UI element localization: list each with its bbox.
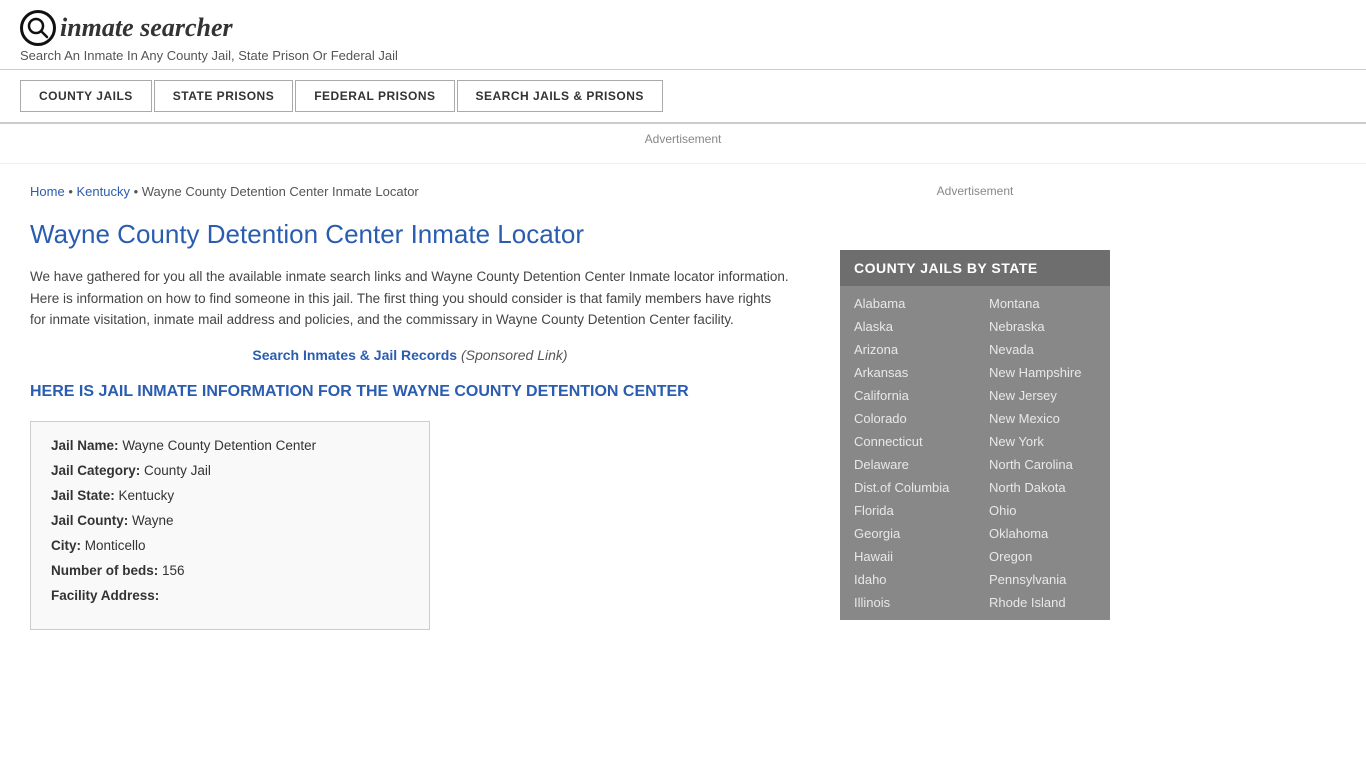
jail-beds-label: Number of beds: [51, 563, 158, 578]
jail-county-row: Jail County: Wayne [51, 513, 409, 528]
state-item[interactable]: Oregon [975, 545, 1110, 568]
jail-beds-row: Number of beds: 156 [51, 563, 409, 578]
state-item[interactable]: Florida [840, 499, 975, 522]
state-col-1: Alabama Alaska Arizona Arkansas Californ… [840, 292, 975, 614]
breadcrumb-current: Wayne County Detention Center Inmate Loc… [142, 184, 419, 199]
state-item[interactable]: Arkansas [840, 361, 975, 384]
site-tagline: Search An Inmate In Any County Jail, Sta… [20, 48, 1346, 63]
state-item[interactable]: Alaska [840, 315, 975, 338]
jail-name-value: Wayne County Detention Center [122, 438, 316, 453]
breadcrumb-state[interactable]: Kentucky [76, 184, 129, 199]
main-nav: COUNTY JAILS STATE PRISONS FEDERAL PRISO… [0, 70, 1366, 124]
sidebar-ad: Advertisement [840, 174, 1110, 234]
breadcrumb-home[interactable]: Home [30, 184, 65, 199]
jail-category-value: County Jail [144, 463, 211, 478]
state-item[interactable]: Oklahoma [975, 522, 1110, 545]
main-content: Home • Kentucky • Wayne County Detention… [0, 164, 820, 650]
state-list-box: COUNTY JAILS BY STATE Alabama Alaska Ari… [840, 250, 1110, 620]
sidebar: Advertisement COUNTY JAILS BY STATE Alab… [820, 164, 1130, 650]
logo-icon [20, 10, 56, 46]
state-item[interactable]: Dist.of Columbia [840, 476, 975, 499]
state-item[interactable]: Arizona [840, 338, 975, 361]
jail-county-value: Wayne [132, 513, 174, 528]
state-item[interactable]: New Jersey [975, 384, 1110, 407]
jail-city-value: Monticello [85, 538, 146, 553]
jail-state-value: Kentucky [119, 488, 175, 503]
jail-category-label: Jail Category: [51, 463, 140, 478]
jail-address-label: Facility Address: [51, 588, 159, 603]
state-item[interactable]: Georgia [840, 522, 975, 545]
state-item[interactable]: Nebraska [975, 315, 1110, 338]
nav-county-jails[interactable]: COUNTY JAILS [20, 80, 152, 112]
sponsored-link[interactable]: Search Inmates & Jail Records [252, 347, 457, 363]
state-item[interactable]: Illinois [840, 591, 975, 614]
logo-area: inmate searcher [20, 10, 1346, 46]
state-item[interactable]: Delaware [840, 453, 975, 476]
jail-name-row: Jail Name: Wayne County Detention Center [51, 438, 409, 453]
jail-beds-value: 156 [162, 563, 185, 578]
sponsored-link-area: Search Inmates & Jail Records (Sponsored… [30, 347, 790, 363]
state-item[interactable]: Alabama [840, 292, 975, 315]
section-heading: HERE IS JAIL INMATE INFORMATION FOR THE … [30, 383, 790, 401]
site-header: inmate searcher Search An Inmate In Any … [0, 0, 1366, 70]
state-item[interactable]: Colorado [840, 407, 975, 430]
state-item[interactable]: Pennsylvania [975, 568, 1110, 591]
state-item[interactable]: Idaho [840, 568, 975, 591]
jail-city-row: City: Monticello [51, 538, 409, 553]
state-item[interactable]: New Hampshire [975, 361, 1110, 384]
state-item[interactable]: Rhode Island [975, 591, 1110, 614]
jail-state-label: Jail State: [51, 488, 115, 503]
state-list-header: COUNTY JAILS BY STATE [840, 250, 1110, 286]
state-item[interactable]: North Carolina [975, 453, 1110, 476]
nav-state-prisons[interactable]: STATE PRISONS [154, 80, 293, 112]
state-item[interactable]: Nevada [975, 338, 1110, 361]
intro-paragraph: We have gathered for you all the availab… [30, 266, 790, 331]
state-item[interactable]: Hawaii [840, 545, 975, 568]
jail-name-label: Jail Name: [51, 438, 119, 453]
sponsored-label: (Sponsored Link) [461, 347, 568, 363]
jail-state-row: Jail State: Kentucky [51, 488, 409, 503]
state-item[interactable]: New York [975, 430, 1110, 453]
state-item[interactable]: California [840, 384, 975, 407]
state-list-grid: Alabama Alaska Arizona Arkansas Californ… [840, 286, 1110, 620]
state-item[interactable]: Ohio [975, 499, 1110, 522]
logo-text: inmate searcher [60, 13, 233, 43]
jail-category-row: Jail Category: County Jail [51, 463, 409, 478]
state-item[interactable]: North Dakota [975, 476, 1110, 499]
breadcrumb: Home • Kentucky • Wayne County Detention… [30, 184, 790, 199]
jail-city-label: City: [51, 538, 81, 553]
jail-info-box: Jail Name: Wayne County Detention Center… [30, 421, 430, 630]
jail-address-row: Facility Address: [51, 588, 409, 603]
page-title: Wayne County Detention Center Inmate Loc… [30, 219, 790, 250]
nav-federal-prisons[interactable]: FEDERAL PRISONS [295, 80, 454, 112]
state-item[interactable]: Connecticut [840, 430, 975, 453]
state-col-2: Montana Nebraska Nevada New Hampshire Ne… [975, 292, 1110, 614]
state-item[interactable]: Montana [975, 292, 1110, 315]
ad-banner-top: Advertisement [0, 124, 1366, 164]
main-layout: Home • Kentucky • Wayne County Detention… [0, 164, 1366, 650]
nav-search-jails[interactable]: SEARCH JAILS & PRISONS [457, 80, 663, 112]
jail-county-label: Jail County: [51, 513, 128, 528]
state-item[interactable]: New Mexico [975, 407, 1110, 430]
